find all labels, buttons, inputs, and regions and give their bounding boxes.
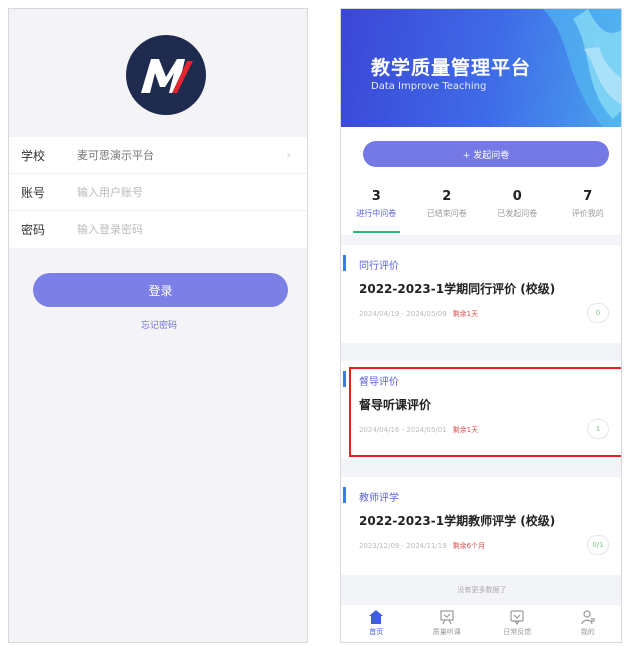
tab-lecture[interactable]: 质量听课 xyxy=(412,605,483,642)
card-title: 督导听课评价 xyxy=(359,398,432,412)
tab-label: 日常反馈 xyxy=(503,628,532,636)
tab-label: 我的 xyxy=(580,628,595,636)
school-row[interactable]: 学校 麦可思演示平台 › xyxy=(9,137,307,174)
card-title: 2022-2023-1学期教师评学 (校级) xyxy=(359,514,556,528)
stat-number: 7 xyxy=(583,189,593,204)
account-label: 账号 xyxy=(21,185,46,200)
logo-m-icon xyxy=(141,59,193,93)
card-date: 2023/12/09 - 2024/11/19 xyxy=(359,542,447,550)
card-date: 2024/04/19 - 2024/05/09 xyxy=(359,310,447,318)
card-category: 同行评价 xyxy=(343,255,399,272)
start-survey-area: + 发起问卷 xyxy=(341,127,621,177)
card-category: 督导评价 xyxy=(343,371,399,388)
banner: 教学质量管理平台 Data Improve Teaching xyxy=(341,9,621,127)
stat-ended[interactable]: 2 已结束问卷 xyxy=(412,177,483,235)
survey-card-teacher[interactable]: 教师评学 2022-2023-1学期教师评学 (校级) 2023/12/09 -… xyxy=(341,477,621,575)
user-icon xyxy=(581,610,595,625)
card-status: 剩余1天 xyxy=(452,426,479,434)
card-date-range: 2024/04/16 - 2024/05/01 剩余1天 xyxy=(359,425,478,435)
survey-card-supervisor[interactable]: 督导评价 督导听课评价 2024/04/16 - 2024/05/01 剩余1天 … xyxy=(341,361,621,459)
card-category: 教师评学 xyxy=(343,487,399,504)
password-row: 密码 xyxy=(9,211,307,248)
login-form: 学校 麦可思演示平台 › 账号 密码 xyxy=(9,137,307,248)
card-count-badge: 0/1 xyxy=(587,535,609,555)
tab-label: 质量听课 xyxy=(432,628,461,636)
school-label: 学校 xyxy=(21,148,46,163)
card-date-range: 2024/04/19 - 2024/05/09 剩余1天 xyxy=(359,309,478,319)
card-count-badge: 1 xyxy=(587,419,609,439)
account-input[interactable] xyxy=(77,185,217,199)
chevron-right-icon: › xyxy=(286,148,291,162)
card-status: 剩余1天 xyxy=(452,310,479,318)
home-screen: 教学质量管理平台 Data Improve Teaching + 发起问卷 3 … xyxy=(340,8,622,643)
survey-card-peer[interactable]: 同行评价 2022-2023-1学期同行评价 (校级) 2024/04/19 -… xyxy=(341,245,621,343)
stat-label: 进行中问卷 xyxy=(356,209,397,218)
card-date: 2024/04/16 - 2024/05/01 xyxy=(359,426,447,434)
banner-subtitle: Data Improve Teaching xyxy=(371,81,487,92)
password-label: 密码 xyxy=(21,223,46,237)
card-status: 剩余6个月 xyxy=(452,542,486,550)
stat-label: 评价我的 xyxy=(571,209,604,218)
stat-number: 0 xyxy=(512,189,522,204)
no-more-data: 没有更多数据了 xyxy=(457,586,507,594)
survey-stats: 3 进行中问卷 2 已结束问卷 0 已发起问卷 7 评价我的 xyxy=(341,177,622,235)
app-logo xyxy=(126,35,206,115)
tab-feedback[interactable]: 日常反馈 xyxy=(482,605,553,642)
stat-evaluated-me[interactable]: 7 评价我的 xyxy=(553,177,622,235)
tab-home[interactable]: 首页 xyxy=(341,605,412,642)
card-count-badge: 0 xyxy=(587,303,609,323)
home-icon xyxy=(369,610,384,624)
feedback-icon xyxy=(510,610,524,625)
start-survey-button[interactable]: + 发起问卷 xyxy=(363,141,609,167)
school-value: 麦可思演示平台 xyxy=(77,149,154,162)
stat-label: 已结束问卷 xyxy=(426,209,467,218)
stat-label: 已发起问卷 xyxy=(497,209,538,218)
lecture-icon xyxy=(440,610,454,625)
card-date-range: 2023/12/09 - 2024/11/19 剩余6个月 xyxy=(359,541,485,551)
bottom-tab-bar: 首页 质量听课 日常反馈 我的 xyxy=(341,605,622,642)
banner-title: 教学质量管理平台 xyxy=(371,57,532,79)
forgot-password-link[interactable]: 忘记密码 xyxy=(9,318,309,331)
stat-number: 3 xyxy=(371,189,381,204)
tab-label: 首页 xyxy=(369,628,384,636)
stat-initiated[interactable]: 0 已发起问卷 xyxy=(482,177,553,235)
login-button[interactable]: 登录 xyxy=(33,273,288,307)
card-title: 2022-2023-1学期同行评价 (校级) xyxy=(359,282,556,296)
tab-mine[interactable]: 我的 xyxy=(553,605,622,642)
account-row: 账号 xyxy=(9,174,307,211)
stat-in-progress[interactable]: 3 进行中问卷 xyxy=(341,177,412,235)
password-input[interactable] xyxy=(77,223,217,236)
login-screen: 学校 麦可思演示平台 › 账号 密码 登录 忘记密码 xyxy=(8,8,308,643)
stat-number: 2 xyxy=(442,189,452,204)
